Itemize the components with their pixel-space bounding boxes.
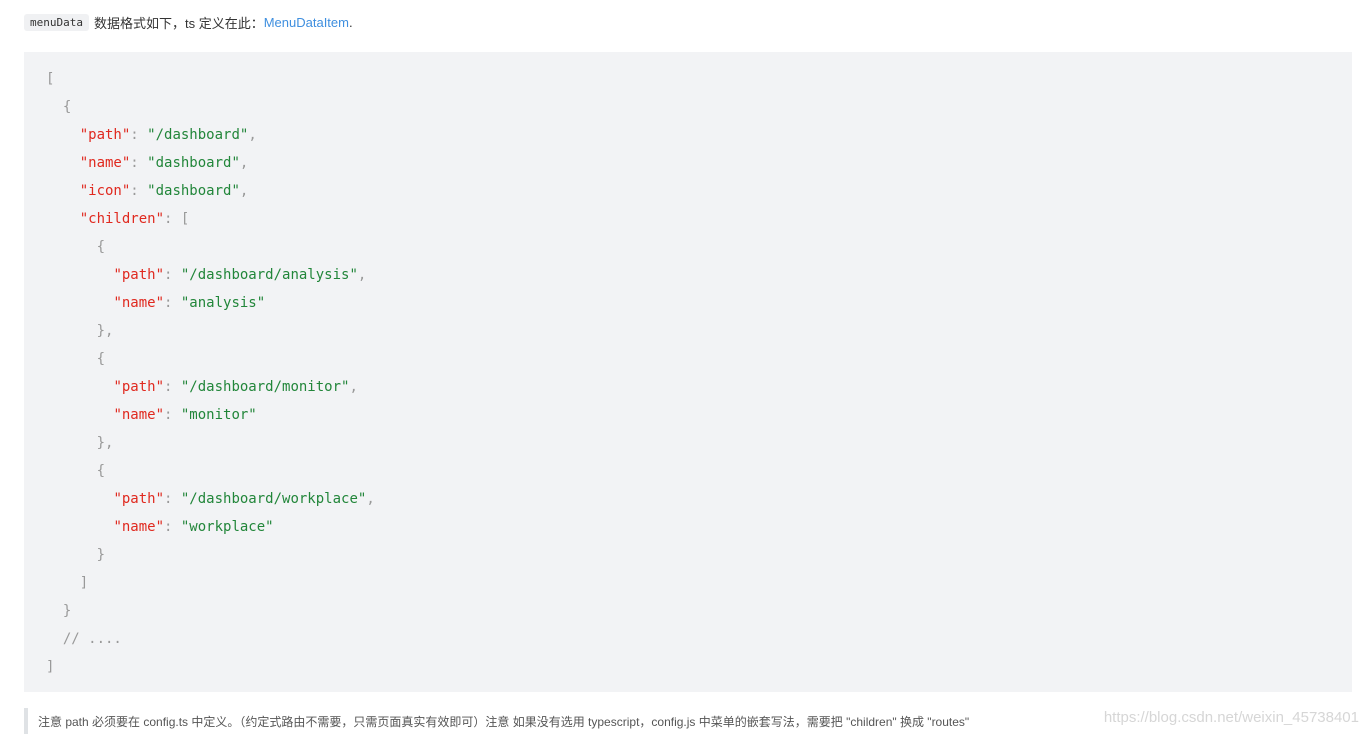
code-line: "name": "dashboard", [46, 149, 375, 177]
code-token-json-key: "icon" [79, 183, 131, 199]
code-token-punctuation [46, 407, 113, 423]
code-line: "name": "workplace" [46, 513, 375, 541]
code-token-punctuation: , [239, 183, 249, 199]
code-token-punctuation: }, [46, 435, 114, 451]
code-token-punctuation: , [248, 127, 257, 143]
code-token-punctuation: : [164, 491, 181, 507]
inline-code-menudata: menuData [24, 13, 89, 31]
code-token-json-key: "name" [113, 407, 165, 423]
code-token-json-key: "name" [113, 295, 165, 311]
code-line: "path": "/dashboard/monitor", [46, 373, 375, 401]
menudataitem-link[interactable]: MenuDataItem [264, 15, 349, 30]
code-line: } [46, 597, 375, 625]
code-token-punctuation: : [130, 155, 148, 171]
code-line: { [46, 93, 375, 121]
code-line: "path": "/dashboard", [46, 121, 375, 149]
code-token-punctuation: }, [46, 323, 114, 339]
code-line: "icon": "dashboard", [46, 177, 375, 205]
code-token-punctuation: ] [46, 575, 89, 591]
code-token-json-string: "monitor" [180, 407, 257, 423]
code-token-json-key: "children" [79, 211, 165, 227]
code-token-punctuation: : [164, 379, 181, 395]
code-token-punctuation: { [46, 463, 106, 479]
code-token-punctuation: : [164, 267, 181, 283]
code-token-punctuation: : [164, 295, 181, 311]
code-token-json-string: "/dashboard/analysis" [180, 267, 358, 283]
code-line: // .... [46, 625, 375, 653]
watermark: https://blog.csdn.net/weixin_45738401 [1103, 709, 1359, 726]
code-token-punctuation [46, 267, 113, 283]
code-line: { [46, 233, 375, 261]
code-token-json-key: "path" [113, 267, 165, 283]
code-line: "name": "monitor" [46, 401, 375, 429]
code-token-punctuation [46, 183, 80, 199]
code-line: "path": "/dashboard/analysis", [46, 261, 375, 289]
code-line: }, [46, 429, 375, 457]
code-line: { [46, 345, 375, 373]
code-line: "children": [ [46, 205, 375, 233]
intro-paragraph: menuData 数据格式如下，ts 定义在此： MenuDataItem . [24, 11, 353, 33]
code-token-json-string: "workplace" [180, 519, 274, 535]
code-line: "name": "analysis" [46, 289, 375, 317]
code-line: } [46, 541, 375, 569]
note-text: 注意 path 必须要在 config.ts 中定义。（约定式路由不需要，只需页… [38, 714, 970, 729]
code-token-punctuation: , [239, 155, 249, 171]
code-token-punctuation: , [349, 379, 358, 395]
code-block: [ { "path": "/dashboard", "name": "dashb… [24, 52, 1352, 692]
code-token-punctuation [46, 491, 113, 507]
code-token-json-string: "/dashboard/workplace" [180, 491, 367, 507]
code-token-punctuation: { [46, 239, 106, 255]
code-line: ] [46, 653, 375, 681]
code-token-comment: // .... [46, 631, 122, 647]
code-token-json-key: "name" [79, 155, 131, 171]
code-token-punctuation [46, 211, 80, 227]
code-content: [ { "path": "/dashboard", "name": "dashb… [46, 65, 375, 681]
code-token-json-key: "name" [113, 519, 165, 535]
code-token-json-string: "/dashboard" [147, 127, 249, 143]
code-token-punctuation: : [ [164, 211, 190, 227]
code-token-punctuation [46, 127, 80, 143]
code-token-punctuation: } [46, 603, 72, 619]
code-token-punctuation: , [366, 491, 375, 507]
code-token-punctuation: ] [46, 659, 55, 675]
code-token-json-string: "/dashboard/monitor" [180, 379, 350, 395]
code-line: { [46, 457, 375, 485]
code-token-json-string: "analysis" [180, 295, 266, 311]
code-token-punctuation [46, 155, 80, 171]
code-token-punctuation: , [357, 267, 367, 283]
intro-suffix: . [348, 14, 353, 30]
code-token-punctuation [46, 379, 113, 395]
code-line: "path": "/dashboard/workplace", [46, 485, 375, 513]
code-token-punctuation: : [164, 407, 181, 423]
code-token-punctuation: [ [46, 71, 55, 87]
code-token-json-key: "path" [113, 379, 165, 395]
code-line: [ [46, 65, 375, 93]
code-token-punctuation: { [46, 99, 72, 115]
code-token-punctuation: : [164, 519, 181, 535]
intro-text: 数据格式如下，ts 定义在此： [93, 15, 264, 31]
code-token-punctuation: : [130, 183, 148, 199]
code-line: ] [46, 569, 375, 597]
code-token-punctuation: { [46, 351, 106, 367]
code-token-json-key: "path" [113, 491, 165, 507]
code-line: }, [46, 317, 375, 345]
code-token-json-string: "dashboard" [147, 155, 240, 171]
code-token-punctuation: } [46, 547, 106, 563]
code-token-punctuation: : [130, 127, 148, 143]
code-token-punctuation [46, 295, 113, 311]
code-token-punctuation [46, 519, 113, 535]
code-token-json-key: "path" [79, 127, 131, 143]
note-blockquote: 注意 path 必须要在 config.ts 中定义。（约定式路由不需要，只需页… [24, 708, 969, 734]
code-token-json-string: "dashboard" [147, 183, 240, 199]
